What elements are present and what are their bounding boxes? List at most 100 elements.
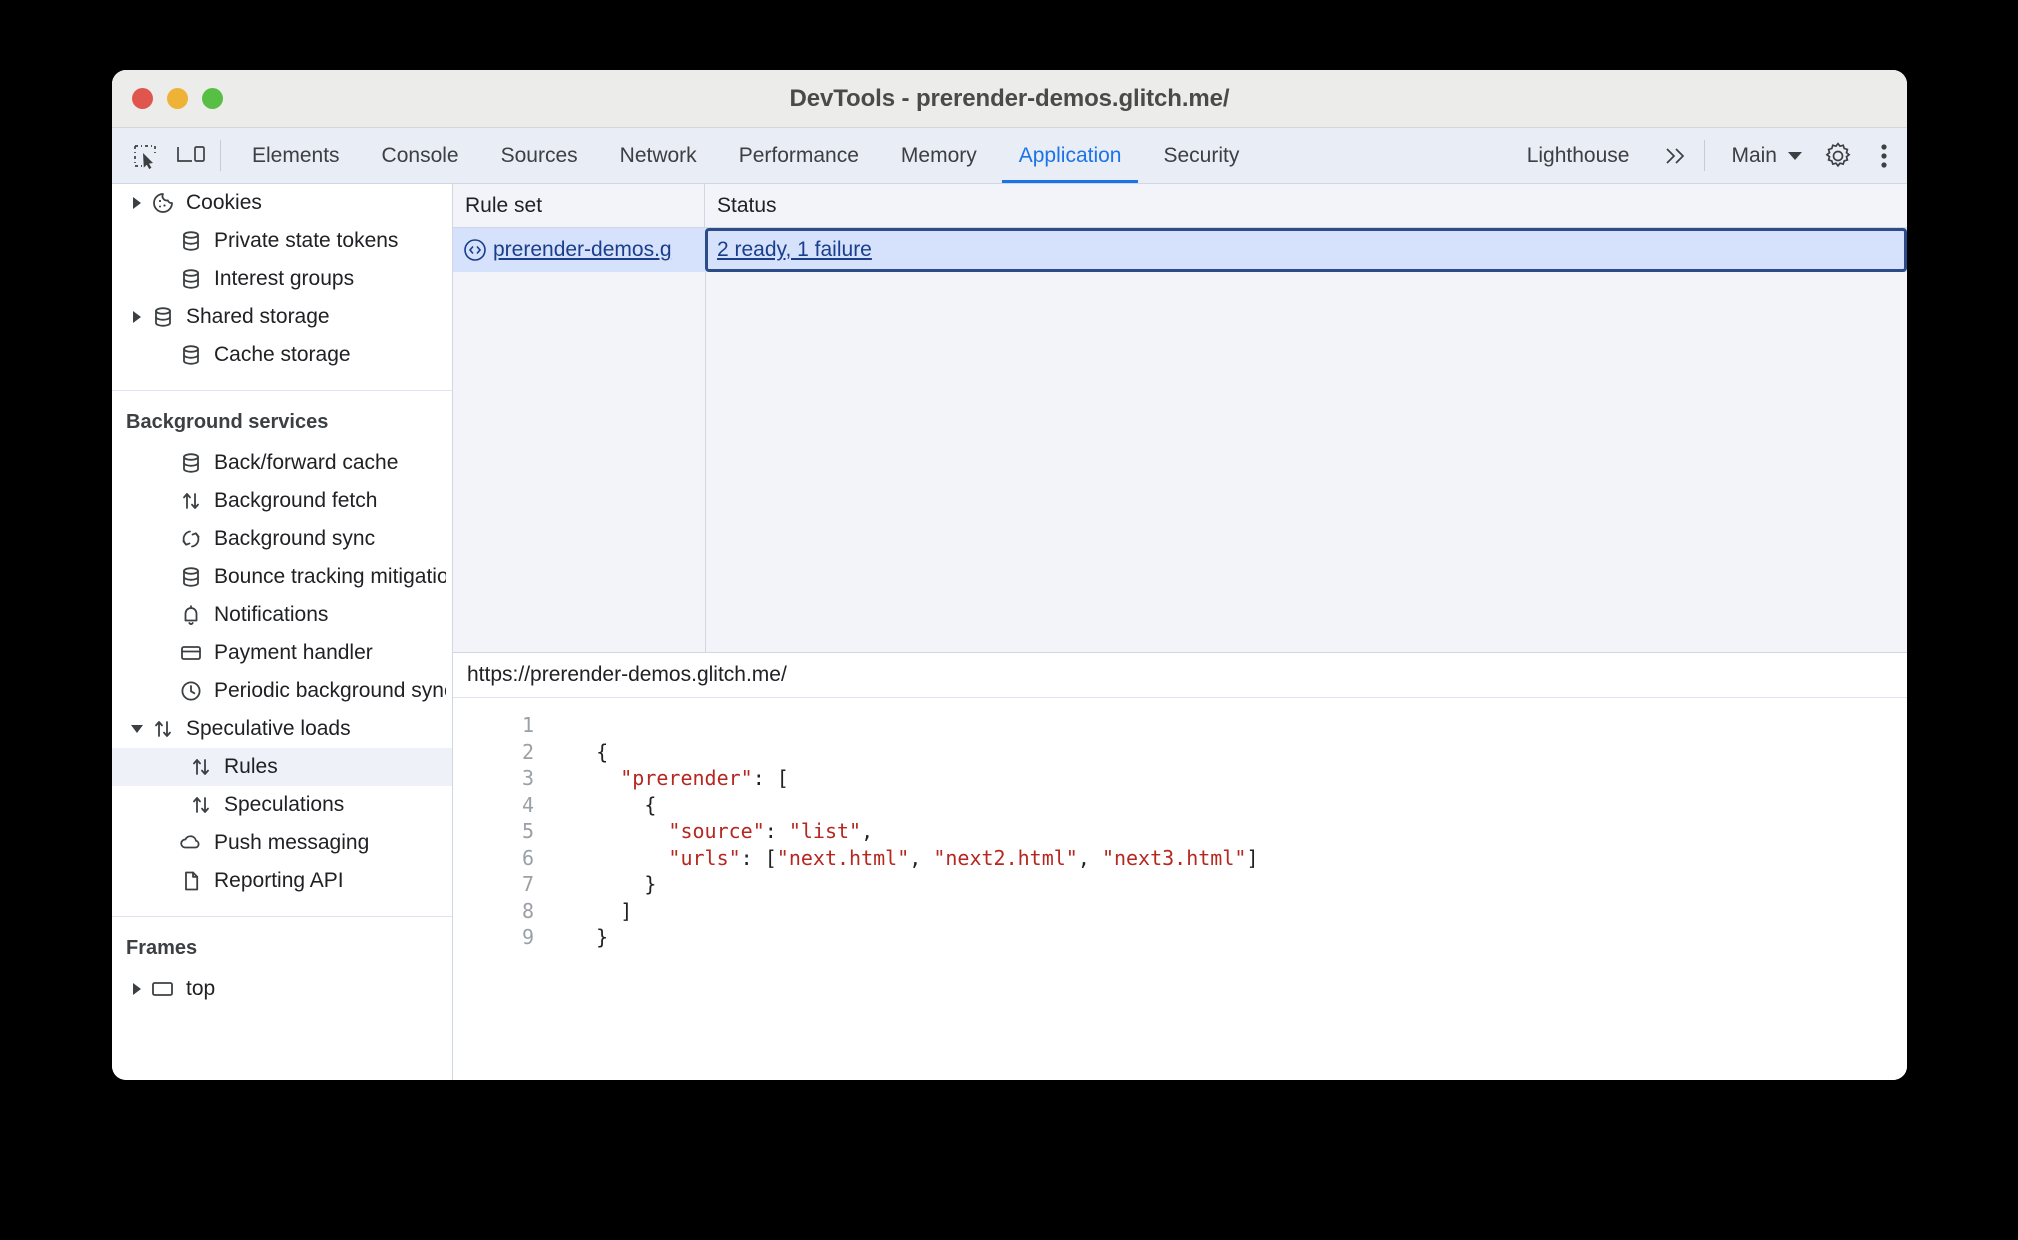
sidebar-item-label: Cookies [186, 191, 262, 214]
code-line: 7 } [453, 871, 1907, 898]
grid-column-divider[interactable] [705, 228, 706, 652]
cloud-icon [176, 831, 206, 855]
chevron-down-icon[interactable] [130, 723, 144, 735]
background-services-heading: Background services [126, 411, 329, 433]
application-sidebar[interactable]: Cookies Private state tokens Interest gr… [112, 184, 453, 1080]
gear-icon[interactable] [1815, 128, 1861, 183]
code-text[interactable]: "source": "list", [548, 818, 873, 845]
tab-security[interactable]: Security [1142, 128, 1260, 183]
sidebar-item-cache-storage[interactable]: Cache storage [112, 336, 452, 374]
bell-icon [176, 603, 206, 627]
context-selector[interactable]: Main [1715, 128, 1815, 183]
sidebar-item-background-fetch[interactable]: Background fetch [112, 482, 452, 520]
column-header-status[interactable]: Status [705, 184, 1907, 227]
status-link[interactable]: 2 ready, 1 failure [717, 238, 872, 262]
code-string: "next3.html" [1101, 845, 1247, 870]
tab-label: Lighthouse [1526, 143, 1630, 167]
disclosure-triangle[interactable] [126, 196, 148, 210]
database-icon [148, 305, 178, 329]
sidebar-item-label: Speculative loads [186, 717, 351, 740]
minimize-window-button[interactable] [167, 88, 188, 109]
tab-application[interactable]: Application [998, 128, 1143, 183]
maximize-window-button[interactable] [202, 88, 223, 109]
tab-network[interactable]: Network [599, 128, 718, 183]
tab-label: Console [381, 143, 459, 167]
sidebar-item-speculative-loads[interactable]: Speculative loads [112, 710, 452, 748]
sidebar-item-label: Speculations [224, 793, 345, 816]
sidebar-item-label: Reporting API [214, 869, 344, 892]
sidebar-item-top[interactable]: top [112, 970, 452, 1008]
updown-arrows-icon [186, 793, 216, 817]
inspect-element-icon[interactable] [122, 128, 168, 183]
sidebar-item-payment-handler[interactable]: Payment handler [112, 634, 452, 672]
code-text[interactable]: { [548, 792, 656, 819]
sidebar-item-interest-groups[interactable]: Interest groups [112, 260, 452, 298]
sidebar-item-label: Periodic background sync [214, 679, 446, 702]
cell-status[interactable]: 2 ready, 1 failure [705, 228, 1907, 272]
more-tabs-icon[interactable] [1650, 128, 1698, 183]
sidebar-item-shared-storage[interactable]: Shared storage [112, 298, 452, 336]
frames-heading: Frames [126, 937, 198, 959]
tab-elements[interactable]: Elements [231, 128, 361, 183]
database-icon [155, 307, 171, 327]
disclosure-triangle[interactable] [126, 310, 148, 324]
rule-set-link[interactable]: prerender-demos.g [493, 238, 672, 262]
cloud-icon [180, 835, 200, 849]
storage-section: Cookies Private state tokens Interest gr… [112, 184, 452, 378]
sidebar-item-reporting-api[interactable]: Reporting API [112, 862, 452, 900]
code-string: "prerender" [620, 766, 753, 790]
code-text[interactable]: } [548, 871, 656, 898]
sidebar-item-label: Notifications [214, 603, 329, 626]
code-plain: { [548, 739, 609, 764]
kebab-menu-icon[interactable] [1861, 128, 1907, 183]
updown-arrows-icon [193, 797, 209, 813]
sidebar-item-background-sync[interactable]: Background sync [112, 520, 452, 558]
devtools-toolbar: Elements Console Sources Network Perform… [112, 128, 1907, 184]
devtools-window: DevTools - prerender-demos.glitch.me/ El… [112, 70, 1907, 1080]
sidebar-item-bounce-tracking-mitigations[interactable]: Bounce tracking mitigations [112, 558, 452, 596]
background-services-section: Back/forward cache Background fetch Back… [112, 444, 452, 904]
code-text[interactable]: { [548, 739, 608, 766]
chevron-right-icon[interactable] [131, 196, 143, 210]
code-plain: : [764, 819, 789, 843]
line-number: 4 [521, 792, 534, 817]
sidebar-item-label: top [186, 977, 216, 1000]
traffic-lights [112, 88, 223, 109]
chevron-right-icon[interactable] [131, 982, 143, 996]
code-text[interactable]: "urls": ["next.html", "next2.html", "nex… [548, 845, 1258, 872]
sidebar-item-back-forward-cache[interactable]: Back/forward cache [112, 444, 452, 482]
tab-memory[interactable]: Memory [880, 128, 998, 183]
tab-lighthouse[interactable]: Lighthouse [1506, 128, 1651, 183]
column-header-rule-set[interactable]: Rule set [453, 184, 705, 227]
disclosure-triangle[interactable] [126, 982, 148, 996]
device-toolbar-icon[interactable] [168, 128, 214, 183]
cell-rule-set[interactable]: prerender-demos.g [453, 228, 705, 272]
tab-console[interactable]: Console [361, 128, 480, 183]
code-plain [548, 846, 668, 870]
table-row[interactable]: prerender-demos.g 2 ready, 1 failure [453, 228, 1907, 272]
sidebar-item-speculations[interactable]: Speculations [112, 786, 452, 824]
chevron-right-icon[interactable] [131, 310, 143, 324]
tab-sources[interactable]: Sources [480, 128, 599, 183]
sidebar-item-notifications[interactable]: Notifications [112, 596, 452, 634]
code-string: "next.html" [776, 845, 910, 870]
ruleset-grid-header: Rule set Status [453, 184, 1907, 228]
disclosure-triangle[interactable] [126, 723, 148, 735]
tab-performance[interactable]: Performance [718, 128, 880, 183]
sidebar-item-private-state-tokens[interactable]: Private state tokens [112, 222, 452, 260]
sidebar-item-rules[interactable]: Rules [112, 748, 452, 786]
sidebar-item-label: Private state tokens [214, 229, 399, 252]
clock-icon [176, 679, 206, 703]
close-window-button[interactable] [132, 88, 153, 109]
code-text[interactable]: ] [548, 898, 632, 925]
sidebar-item-cookies[interactable]: Cookies [112, 184, 452, 222]
code-text[interactable]: } [548, 924, 608, 951]
code-plain: } [548, 872, 657, 896]
sidebar-item-label: Cache storage [214, 343, 351, 366]
detail-url: https://prerender-demos.glitch.me/ [453, 652, 1907, 698]
code-text[interactable]: "prerender": [ [548, 765, 789, 792]
sidebar-item-periodic-background-sync[interactable]: Periodic background sync [112, 672, 452, 710]
bell-icon [184, 605, 198, 625]
rule-set-source-viewer[interactable]: 12 {3 "prerender": [4 {5 "source": "list… [453, 698, 1907, 1080]
sidebar-item-push-messaging[interactable]: Push messaging [112, 824, 452, 862]
